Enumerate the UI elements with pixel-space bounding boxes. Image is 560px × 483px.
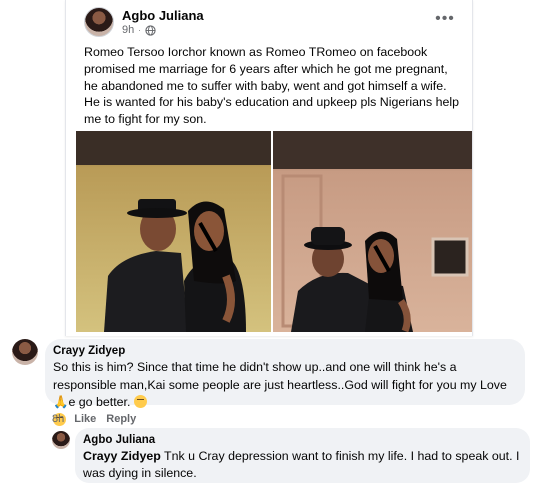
- comment-author-name[interactable]: Crayy Zidyep: [53, 345, 125, 357]
- separator-dot: ·: [138, 25, 141, 35]
- author-avatar[interactable]: [84, 7, 114, 37]
- post-meta: 9h ·: [122, 24, 156, 36]
- comment-text-main: So this is him? Since that time he didn'…: [53, 360, 507, 392]
- reply-button[interactable]: Reply: [106, 413, 136, 425]
- couple-photo-right[interactable]: [273, 131, 472, 332]
- reply-text: Crayy Zidyep Tnk u Cray depression want …: [83, 448, 523, 482]
- comment-actions: 8h Like Reply: [52, 413, 136, 425]
- post-time[interactable]: 9h: [122, 24, 134, 36]
- globe-icon: [145, 24, 156, 36]
- more-options-button[interactable]: •••: [432, 6, 458, 32]
- mention-link[interactable]: Crayy Zidyep: [83, 449, 161, 463]
- comment-text-tail: e go better.: [68, 395, 131, 409]
- reply-author-name[interactable]: Agbo Juliana: [83, 434, 155, 446]
- comment-bubble: Crayy Zidyep So this is him? Since that …: [45, 339, 525, 426]
- post-card: Agbo Juliana 9h · ••• Romeo Tersoo Iorch…: [65, 0, 473, 336]
- reply-author-avatar[interactable]: [52, 431, 70, 449]
- comment-time[interactable]: 8h: [52, 413, 64, 425]
- couple-photo-left[interactable]: [76, 131, 271, 332]
- sad-face-emoji-icon: [133, 395, 147, 408]
- like-button[interactable]: Like: [74, 413, 96, 425]
- praying-hands-icon: 🙏: [53, 395, 69, 409]
- commenter-avatar[interactable]: [12, 339, 38, 365]
- post-author-name[interactable]: Agbo Juliana: [122, 8, 204, 23]
- post-body-text: Romeo Tersoo Iorchor known as Romeo TRom…: [84, 45, 460, 127]
- reply-bubble: Agbo Juliana Crayy Zidyep Tnk u Cray dep…: [75, 428, 530, 483]
- more-horizontal-icon: •••: [435, 10, 455, 27]
